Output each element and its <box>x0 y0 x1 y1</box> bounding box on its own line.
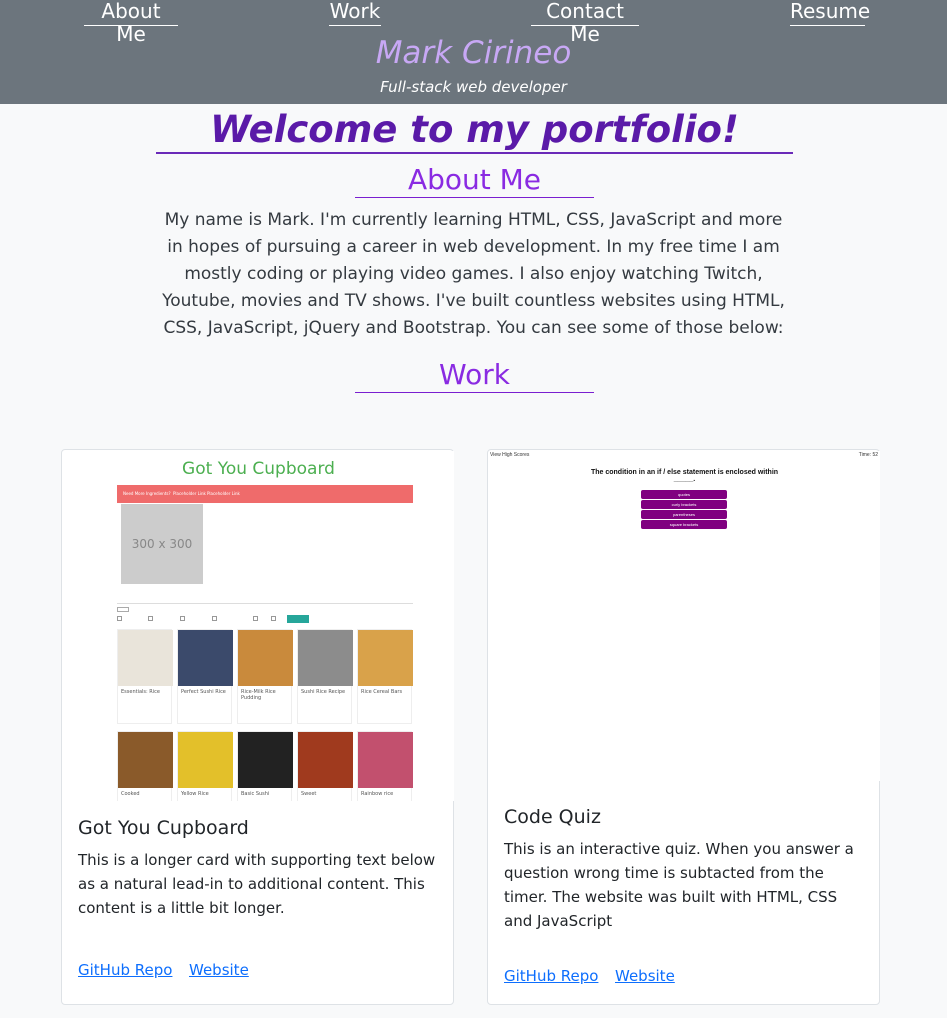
thumb-recipe-card: Cooked <box>117 731 173 801</box>
thumb-answer-button: square brackets <box>641 520 727 529</box>
thumb-nav-bar: Need More Ingredients? Placeholder Link … <box>117 485 413 503</box>
thumb-recipe-label: Sushi Rice Recipe <box>301 689 346 695</box>
thumb-timer: Time: 52 <box>858 452 878 458</box>
thumb-recipe-image <box>358 732 413 788</box>
website-link[interactable]: Website <box>189 961 249 979</box>
thumb-recipe-image <box>118 630 173 686</box>
thumb-recipe-card: Essentials: Rice <box>117 629 173 724</box>
nav-contact-me[interactable]: Contact Me <box>531 0 639 46</box>
project-screenshot-code-quiz: View High Scores Time: 52 The condition … <box>489 451 880 781</box>
project-screenshot-got-you-cupboard: Got You Cupboard Need More Ingredients? … <box>63 451 454 801</box>
thumb-recipe-image <box>298 630 353 686</box>
thumb-recipe-image <box>178 732 233 788</box>
thumb-filter-row <box>117 607 413 625</box>
thumb-recipe-label: Sweet <box>301 791 317 797</box>
nav-work[interactable]: Work <box>329 0 381 26</box>
thumb-answer-button: quotes <box>641 490 727 499</box>
website-link[interactable]: Website <box>615 967 675 985</box>
thumb-nav-item: Placeholder Link <box>207 491 240 496</box>
thumb-recipe-card: Rice-Milk Rice Pudding <box>237 629 293 724</box>
project-card-got-you-cupboard: Got You Cupboard Need More Ingredients? … <box>61 449 454 1005</box>
thumb-answer-button: parentheses <box>641 510 727 519</box>
thumb-recipe-card: Sushi Rice Recipe <box>297 629 353 724</box>
site-tagline: Full-stack web developer <box>380 78 567 96</box>
nav-about-me[interactable]: About Me <box>84 0 178 46</box>
thumb-recipe-image <box>358 630 413 686</box>
welcome-heading: Welcome to my portfolio! <box>156 108 793 154</box>
thumb-recipe-label: Rice-Milk Rice Pudding <box>241 689 276 701</box>
thumb-recipe-label: Basic Sushi <box>241 791 270 797</box>
thumb-recipe-card: Basic Sushi <box>237 731 293 801</box>
card-description: This is a longer card with supporting te… <box>78 851 436 917</box>
work-heading: Work <box>355 359 594 393</box>
thumb-high-scores-link: View High Scores <box>490 452 530 458</box>
thumb-recipe-label: Rice Cereal Bars <box>361 689 403 695</box>
site-header: About Me Work Contact Me Resume Mark Cir… <box>0 0 947 104</box>
thumb-nav-item: Placeholder Link <box>173 491 206 496</box>
thumb-recipe-image <box>238 630 293 686</box>
thumb-recipe-image <box>298 732 353 788</box>
about-heading: About Me <box>355 164 594 198</box>
thumb-recipe-card: Sweet <box>297 731 353 801</box>
thumb-recipe-label: Essentials: Rice <box>121 689 160 695</box>
card-description: This is an interactive quiz. When you an… <box>504 840 854 930</box>
thumb-recipe-label: Yellow Rice <box>181 791 209 797</box>
site-owner-name: Mark Cirineo <box>375 35 572 71</box>
github-repo-link[interactable]: GitHub Repo <box>78 961 172 979</box>
thumb-recipe-card: Yellow Rice <box>177 731 233 801</box>
thumb-recipe-label: Cooked <box>121 791 140 797</box>
thumb-recipe-label: Rainbow rice <box>361 791 394 797</box>
thumb-nav-item: Need More Ingredients? <box>123 491 171 496</box>
card-title: Got You Cupboard <box>78 817 249 839</box>
thumb-recipe-card: Rainbow rice <box>357 731 413 801</box>
thumb-divider <box>117 603 413 604</box>
thumb-recipe-card: Perfect Sushi Rice <box>177 629 233 724</box>
thumb-recipe-image <box>118 732 173 788</box>
thumb-recipe-image <box>238 732 293 788</box>
card-title: Code Quiz <box>504 806 601 828</box>
thumb-quiz-question: The condition in an if / else statement … <box>590 469 779 483</box>
thumb-recipe-card: Rice Cereal Bars <box>357 629 413 724</box>
thumb-recipe-image <box>178 630 233 686</box>
thumb-app-title: Got You Cupboard <box>182 459 335 479</box>
thumb-recipe-label: Perfect Sushi Rice <box>181 689 226 695</box>
nav-resume[interactable]: Resume <box>790 0 870 26</box>
project-card-code-quiz: View High Scores Time: 52 The condition … <box>487 449 880 1005</box>
github-repo-link[interactable]: GitHub Repo <box>504 967 598 985</box>
thumb-answer-button: curly brackets <box>641 500 727 509</box>
thumb-image-placeholder: 300 x 300 <box>121 504 203 584</box>
about-paragraph: My name is Mark. I'm currently learning … <box>162 210 785 338</box>
